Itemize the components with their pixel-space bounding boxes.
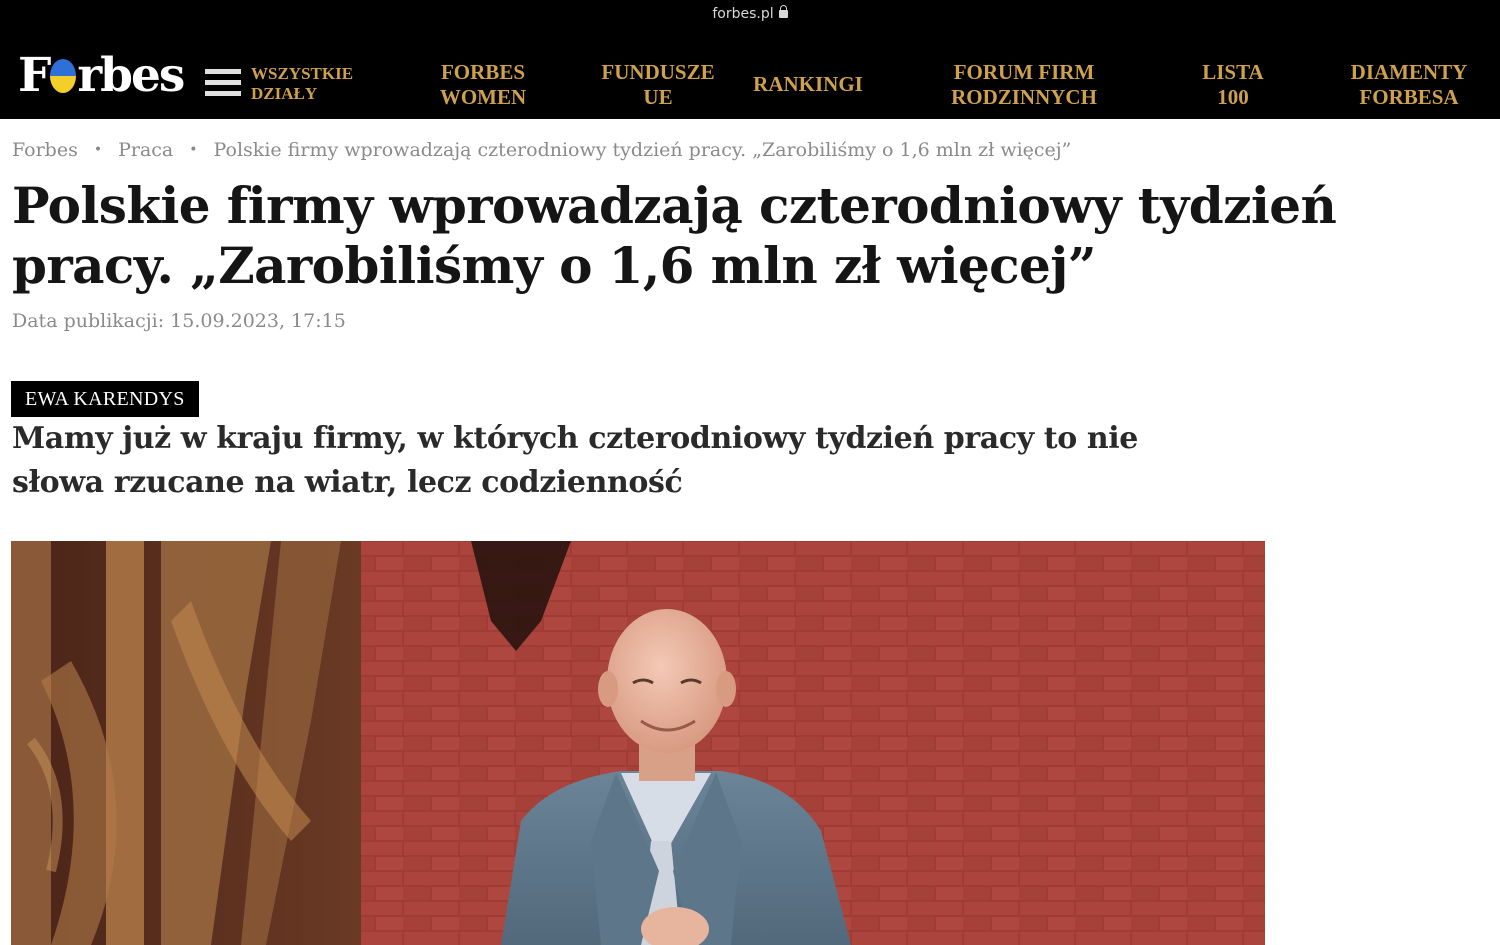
url-display[interactable]: forbes.pl xyxy=(0,5,1500,22)
hero-photo-illustration xyxy=(11,541,1265,945)
lock-icon xyxy=(778,5,788,18)
site-header: Frbes WSZYSTKIE DZIAŁY FORBES WOMEN FUND… xyxy=(0,34,1500,119)
nav-link-rankingi[interactable]: RANKINGI xyxy=(742,72,874,97)
article-hero-image xyxy=(11,541,1265,945)
all-sections-menu-button[interactable]: WSZYSTKIE DZIAŁY xyxy=(205,64,365,104)
breadcrumb-separator: • xyxy=(93,142,103,158)
breadcrumb-item-praca[interactable]: Praca xyxy=(118,139,173,161)
forbes-logo[interactable]: Frbes xyxy=(18,48,185,104)
nav-link-forbes-women[interactable]: FORBES WOMEN xyxy=(424,60,542,110)
logo-letters-rest: rbes xyxy=(77,48,185,103)
article-title: Polskie firmy wprowadzają czterodniowy t… xyxy=(12,176,1337,295)
nav-link-diamenty-forbesa[interactable]: DIAMENTY FORBESA xyxy=(1338,60,1480,110)
all-sections-label: WSZYSTKIE DZIAŁY xyxy=(251,64,354,103)
breadcrumb-separator: • xyxy=(189,142,198,158)
url-text: forbes.pl xyxy=(712,6,774,22)
logo-o-ukraine-flag-icon xyxy=(50,59,77,93)
publication-date: Data publikacji: 15.09.2023, 17:15 xyxy=(12,310,346,332)
hamburger-icon xyxy=(205,66,241,100)
article-lead: Mamy już w kraju firmy, w których cztero… xyxy=(12,421,1138,500)
author-badge[interactable]: EWA KARENDYS xyxy=(11,381,199,417)
nav-link-forum-firm-rodzinnych[interactable]: FORUM FIRM RODZINNYCH xyxy=(934,60,1114,110)
nav-link-fundusze-ue[interactable]: FUNDUSZE UE xyxy=(590,60,726,110)
breadcrumb-item-forbes[interactable]: Forbes xyxy=(12,139,78,161)
nav-link-lista-100[interactable]: LISTA 100 xyxy=(1184,60,1282,110)
logo-letter-f: F xyxy=(18,48,51,103)
breadcrumb-item-current: Polskie firmy wprowadzają czterodniowy t… xyxy=(213,139,1072,161)
browser-url-bar[interactable]: forbes.pl xyxy=(0,0,1500,34)
breadcrumb: Forbes • Praca • Polskie firmy wprowadzają c… xyxy=(12,139,1071,161)
